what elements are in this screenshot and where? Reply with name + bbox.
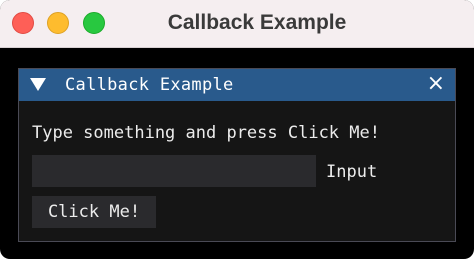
app-window: Callback Example Callback Example × Type… <box>0 0 474 259</box>
os-titlebar[interactable]: Callback Example <box>0 0 474 48</box>
text-input[interactable] <box>32 155 316 187</box>
prompt-text: Type something and press Click Me! <box>32 123 380 143</box>
window-title: Callback Example <box>167 11 347 34</box>
close-icon[interactable]: × <box>427 73 445 95</box>
panel-title: Callback Example <box>65 75 234 95</box>
collapse-arrow-icon[interactable] <box>30 78 46 91</box>
imgui-panel: Callback Example × Type something and pr… <box>18 68 456 242</box>
input-label: Input <box>326 162 378 182</box>
panel-titlebar[interactable]: Callback Example × <box>19 69 455 101</box>
click-me-button[interactable]: Click Me! <box>32 196 156 228</box>
